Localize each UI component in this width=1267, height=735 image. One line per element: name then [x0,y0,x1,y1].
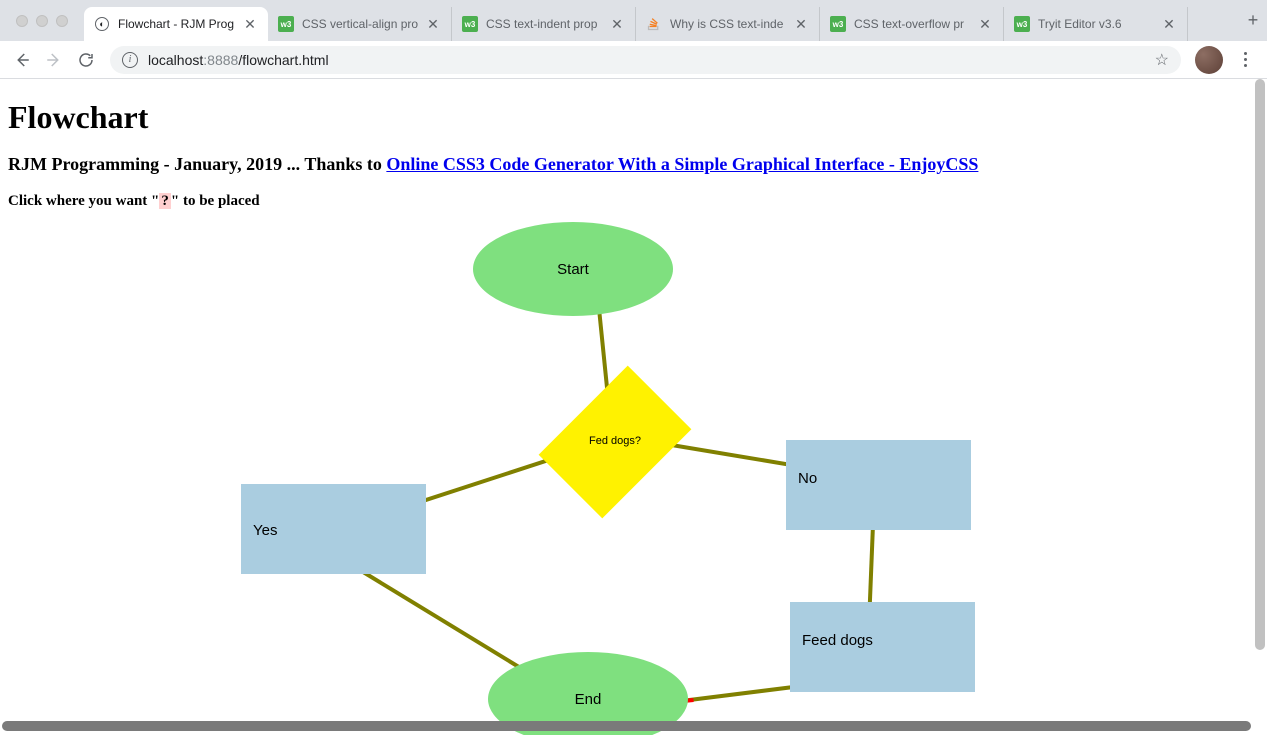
browser-tab[interactable]: w3 Tryit Editor v3.6 ✕ [1004,7,1188,41]
tab-title: Why is CSS text-inde [670,17,789,31]
globe-favicon-icon: ◐ [94,16,110,32]
flowchart-yes-node[interactable]: Yes [241,484,426,574]
profile-avatar[interactable] [1195,46,1223,74]
tab-title: Tryit Editor v3.6 [1038,17,1157,31]
scrollbar-thumb[interactable] [1255,79,1265,650]
w3-favicon-icon: w3 [462,16,478,32]
w3-favicon-icon: w3 [1014,16,1030,32]
arrow-right-icon [45,51,63,69]
tab-strip: ◐ Flowchart - RJM Prog ✕ w3 CSS vertical-ali… [0,0,1267,41]
close-tab-icon[interactable]: ✕ [793,16,809,32]
tab-title: Flowchart - RJM Prog [118,17,238,31]
flowchart-start-node[interactable]: Start [473,222,673,316]
browser-tab[interactable]: w3 CSS text-indent prop ✕ [452,7,636,41]
browser-tab[interactable]: ◐ Flowchart - RJM Prog ✕ [84,7,268,41]
flowchart-no-node[interactable]: No [786,440,971,530]
window-controls [0,15,84,27]
w3-favicon-icon: w3 [830,16,846,32]
page-content[interactable]: Flowchart RJM Programming - January, 201… [0,79,1267,735]
new-tab-button[interactable]: + [1239,7,1267,35]
chrome-menu-button[interactable] [1231,46,1259,74]
bookmark-star-icon[interactable]: ☆ [1155,50,1169,70]
url-host: localhost [148,52,203,68]
placement-marker: ? [159,193,171,209]
address-bar[interactable]: i localhost:8888/flowchart.html ☆ [110,46,1181,74]
horizontal-scrollbar[interactable] [2,721,1251,731]
close-window-button[interactable] [16,15,28,27]
tab-title: CSS text-indent prop [486,17,605,31]
flowchart-canvas[interactable]: Start Fed dogs? Yes No Feed dogs End [8,222,1259,735]
browser-tab[interactable]: w3 CSS text-overflow pr ✕ [820,7,1004,41]
url-path: /flowchart.html [238,52,328,68]
so-favicon-icon [646,16,662,32]
back-button[interactable] [8,46,36,74]
page-subtitle: RJM Programming - January, 2019 ... Than… [8,154,1259,175]
vertical-scrollbar[interactable] [1253,79,1267,713]
close-tab-icon[interactable]: ✕ [609,16,625,32]
page-title: Flowchart [8,99,1259,136]
close-tab-icon[interactable]: ✕ [425,16,441,32]
browser-tab[interactable]: w3 CSS vertical-align pro ✕ [268,7,452,41]
close-tab-icon[interactable]: ✕ [977,16,993,32]
flowchart-decision-node[interactable]: Fed dogs? [560,362,670,522]
site-info-icon[interactable]: i [122,52,138,68]
url-port: :8888 [203,52,238,68]
flowchart-feed-node[interactable]: Feed dogs [790,602,975,692]
reload-button[interactable] [72,46,100,74]
tab-title: CSS vertical-align pro [302,17,421,31]
forward-button[interactable] [40,46,68,74]
close-tab-icon[interactable]: ✕ [242,16,258,32]
reload-icon [77,51,95,69]
toolbar: i localhost:8888/flowchart.html ☆ [0,41,1267,79]
browser-tab[interactable]: Why is CSS text-inde ✕ [636,7,820,41]
maximize-window-button[interactable] [56,15,68,27]
w3-favicon-icon: w3 [278,16,294,32]
tab-title: CSS text-overflow pr [854,17,973,31]
minimize-window-button[interactable] [36,15,48,27]
arrow-left-icon [13,51,31,69]
enjoycss-link[interactable]: Online CSS3 Code Generator With a Simple… [386,154,978,174]
instruction-text: Click where you want "?" to be placed [8,193,1259,210]
close-tab-icon[interactable]: ✕ [1161,16,1177,32]
